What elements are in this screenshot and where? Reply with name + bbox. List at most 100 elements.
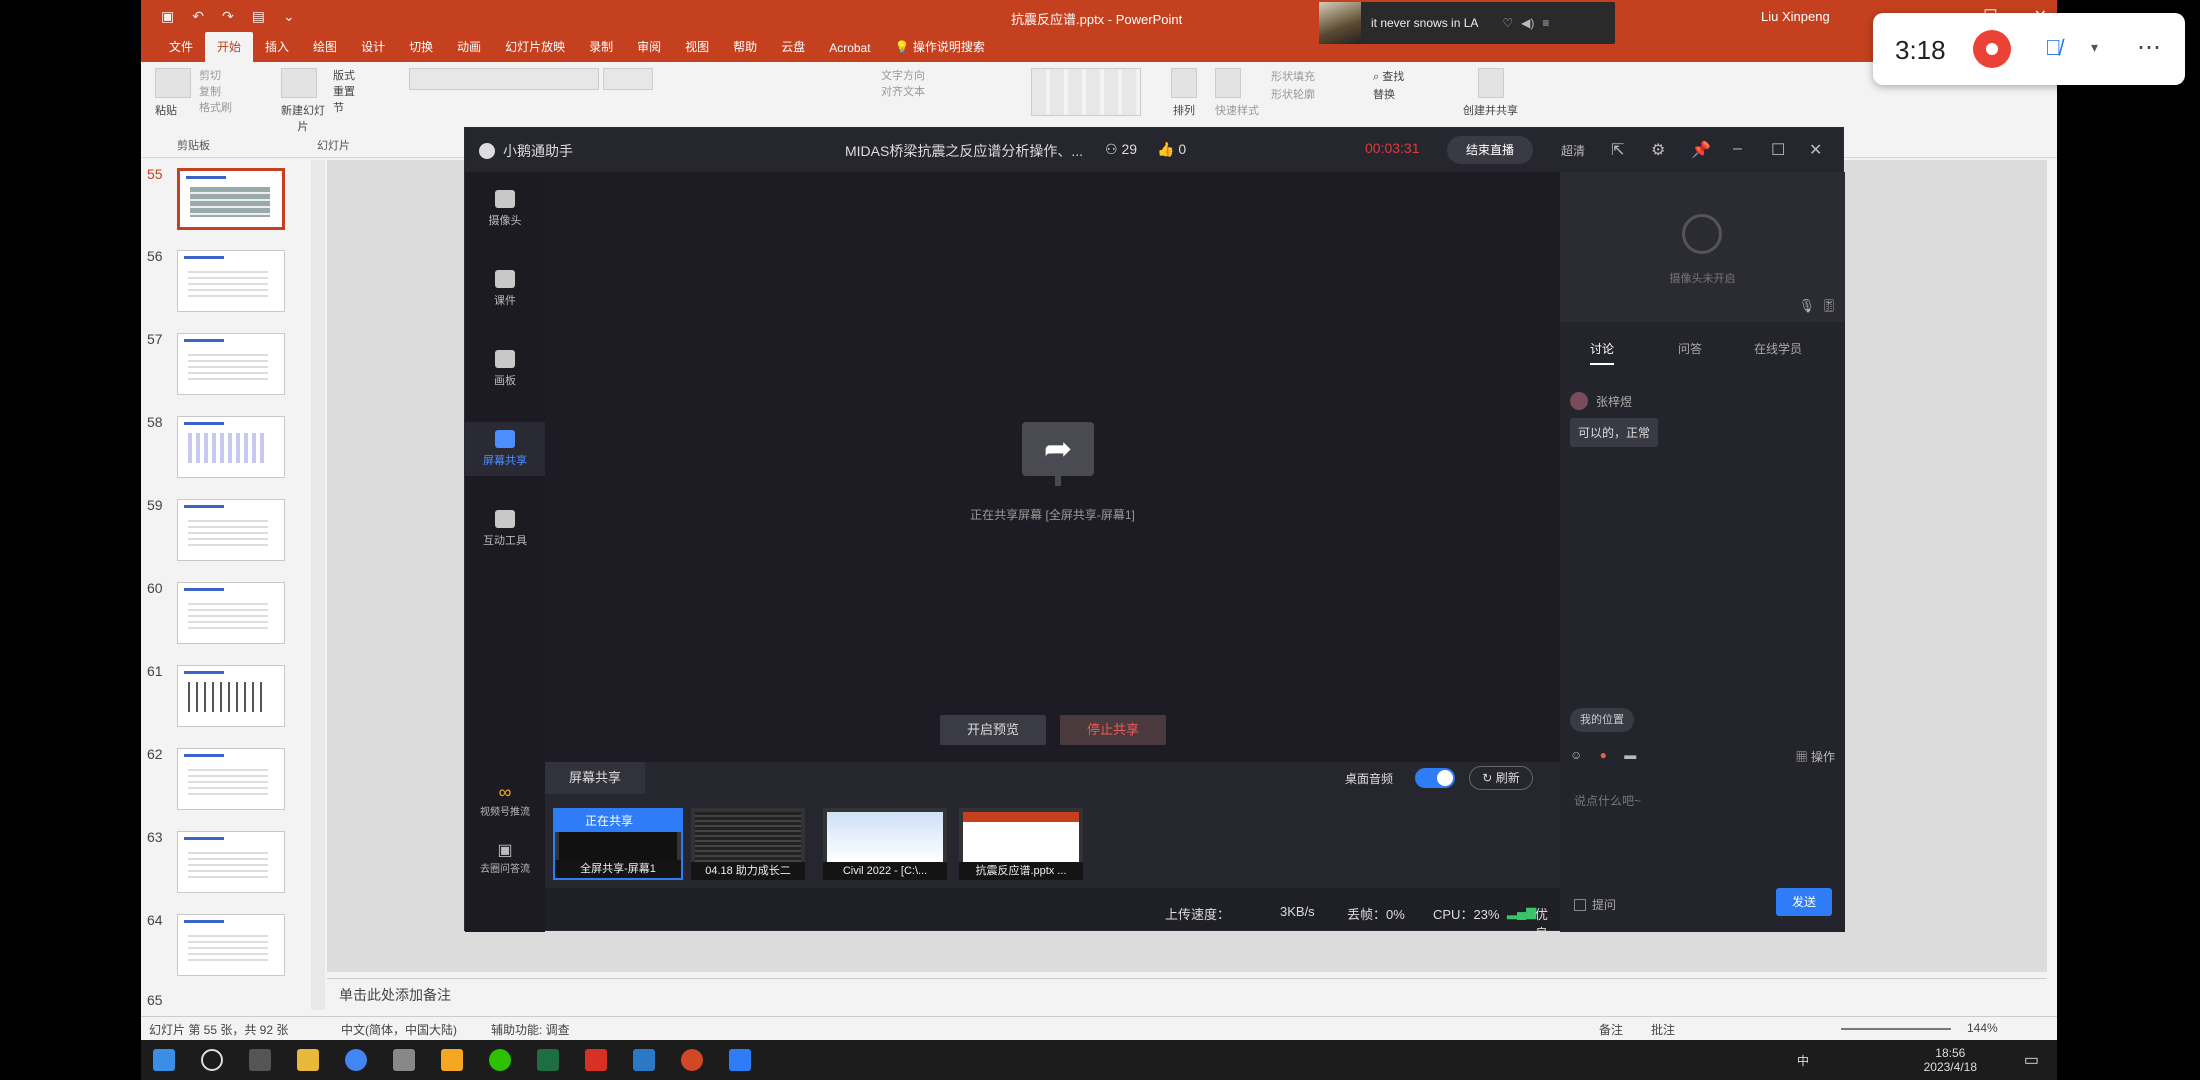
comments-toggle[interactable]: 批注 (1651, 1021, 1675, 1038)
windows-start-icon[interactable] (153, 1049, 175, 1071)
tab-record[interactable]: 录制 (577, 38, 625, 62)
share-source-item[interactable]: Civil 2022 - [C:\... (823, 808, 947, 880)
font-size-box[interactable] (603, 68, 653, 90)
thumbnail-scrollbar[interactable] (311, 160, 325, 1010)
zoom-level[interactable]: 144% (1967, 1021, 1998, 1035)
stop-share-button[interactable]: 停止共享 (1060, 715, 1166, 745)
gift-icon[interactable]: ● (1600, 748, 1607, 762)
slide-thumbnail[interactable] (177, 582, 285, 644)
text-direction-button[interactable]: 文字方向 (881, 68, 925, 84)
quick-styles-label[interactable]: 快速样式 (1215, 105, 1259, 117)
layout-button[interactable]: 版式 (333, 68, 355, 84)
format-painter-button[interactable]: 格式刷 (199, 100, 232, 116)
mic-muted-icon[interactable]: 🎙̸ (2045, 35, 2062, 61)
tab-view[interactable]: 视图 (673, 38, 721, 62)
tab-animations[interactable]: 动画 (445, 38, 493, 62)
excel-icon[interactable] (537, 1049, 559, 1071)
tab-slideshow[interactable]: 幻灯片放映 (493, 38, 577, 62)
settings-icon[interactable]: ⚙ (1651, 140, 1665, 160)
new-slide-label[interactable]: 新建幻灯片 (281, 105, 325, 133)
minimize-icon[interactable]: – (1733, 140, 1742, 158)
task-view-icon[interactable] (249, 1049, 271, 1071)
search-icon[interactable] (201, 1049, 223, 1071)
music-widget[interactable]: it never snows in LA ♡ ◀) ≡ (1319, 2, 1615, 44)
emoji-icon[interactable]: ☺ (1570, 748, 1582, 762)
tab-discussion[interactable]: 讨论 (1590, 340, 1615, 365)
start-slideshow-icon[interactable]: ▤ (252, 8, 265, 25)
sidebar-item-courseware[interactable]: 课件 (465, 270, 545, 308)
maximize-icon[interactable]: ☐ (1771, 140, 1785, 160)
arrange-label[interactable]: 排列 (1173, 105, 1195, 117)
redo-icon[interactable]: ↷ (222, 8, 234, 25)
more-options-icon[interactable]: ⋯ (2137, 33, 2161, 62)
tell-me-search[interactable]: 💡 操作说明搜索 (883, 38, 997, 62)
create-share-label[interactable]: 创建并共享 (1463, 105, 1518, 117)
civil-icon[interactable] (633, 1049, 655, 1071)
accessibility-status[interactable]: 辅助功能: 调查 (491, 1021, 570, 1038)
volume-icon[interactable]: ◀) (1521, 16, 1534, 30)
notes-toggle[interactable]: 备注 (1599, 1021, 1623, 1038)
create-share-icon[interactable] (1477, 68, 1504, 98)
sidebar-item-interactive-tools[interactable]: 互动工具 (465, 510, 545, 548)
slide-thumbnail[interactable] (177, 499, 285, 561)
operations-button[interactable]: ▦ 操作 (1796, 748, 1835, 765)
find-button[interactable]: ⌕ 查找 (1373, 68, 1404, 86)
user-name[interactable]: Liu Xinpeng (1761, 9, 1830, 24)
tab-cloud[interactable]: 云盘 (769, 38, 817, 62)
slide-thumbnail[interactable] (177, 250, 285, 312)
slide-thumbnail[interactable] (177, 416, 285, 478)
shapes-gallery[interactable] (1031, 68, 1141, 116)
ime-indicator[interactable]: 中 (1797, 1052, 1809, 1069)
xiaoetong-icon[interactable] (729, 1049, 751, 1071)
chat-author-name[interactable]: 张梓煜 (1596, 393, 1632, 410)
sidebar-item-qa-stream[interactable]: ▣ 去圈问答流 (465, 840, 545, 875)
share-source-item[interactable]: 正在共享 全屏共享-屏幕1 (553, 808, 683, 880)
replace-button[interactable]: 替换 (1373, 86, 1404, 104)
mic-icon[interactable]: 🎙 (1798, 298, 1815, 314)
customize-qat-icon[interactable]: ⌄ (283, 8, 295, 25)
font-name-box[interactable] (409, 68, 599, 90)
share-source-item[interactable]: 抗震反应谱.pptx ... (959, 808, 1083, 880)
tab-online-students[interactable]: 在线学员 (1754, 340, 1802, 357)
sidebar-item-camera[interactable]: 摄像头 (465, 190, 545, 228)
reset-button[interactable]: 重置 (333, 84, 355, 100)
slide-thumbnail[interactable] (177, 333, 285, 395)
quick-styles-icon[interactable] (1215, 68, 1241, 98)
powerpoint-icon[interactable] (681, 1049, 703, 1071)
paste-label[interactable]: 粘贴 (155, 105, 177, 117)
clock[interactable]: 18:56 2023/4/18 (1924, 1046, 1977, 1074)
my-location-button[interactable]: 我的位置 (1570, 708, 1634, 732)
slide-thumbnail[interactable] (177, 665, 285, 727)
notification-icon[interactable]: ▭ (2024, 1050, 2039, 1070)
list-icon[interactable]: ≡ (1542, 16, 1549, 30)
slide-thumbnail[interactable] (177, 748, 285, 810)
paste-icon[interactable] (155, 68, 191, 98)
zoom-slider[interactable] (1841, 1028, 1951, 1030)
folder-icon[interactable]: ▬ (1624, 748, 1636, 762)
slide-thumbnail[interactable] (177, 914, 285, 976)
sidebar-item-screen-share[interactable]: 屏幕共享 (465, 422, 545, 476)
pin-icon[interactable]: 📌 (1691, 140, 1711, 160)
cut-button[interactable]: 剪切 (199, 68, 232, 84)
new-slide-icon[interactable] (281, 68, 317, 98)
mic-settings-icon[interactable]: 🎚 (1820, 298, 1837, 314)
shape-outline-button[interactable]: 形状轮廓 (1271, 86, 1315, 104)
tab-draw[interactable]: 绘图 (301, 38, 349, 62)
slide-thumbnail[interactable] (177, 168, 285, 230)
tab-screen-share[interactable]: 屏幕共享 (545, 762, 645, 794)
language-status[interactable]: 中文(简体，中国大陆) (341, 1021, 457, 1038)
system-audio-toggle[interactable] (1415, 768, 1455, 788)
sidebar-item-whiteboard[interactable]: 画板 (465, 350, 545, 388)
share-link-icon[interactable]: ⇱ (1611, 140, 1624, 160)
tab-qa[interactable]: 问答 (1678, 340, 1702, 357)
tab-insert[interactable]: 插入 (253, 38, 301, 62)
tab-help[interactable]: 帮助 (721, 38, 769, 62)
end-live-button[interactable]: 结束直播 (1447, 136, 1533, 164)
tab-home[interactable]: 开始 (205, 32, 254, 62)
tab-file[interactable]: 文件 (157, 38, 205, 62)
search-app-icon[interactable] (441, 1049, 463, 1071)
section-button[interactable]: 节 (333, 100, 355, 116)
chrome-icon[interactable] (345, 1049, 367, 1071)
tab-acrobat[interactable]: Acrobat (817, 41, 882, 62)
undo-icon[interactable]: ↶ (192, 8, 204, 25)
